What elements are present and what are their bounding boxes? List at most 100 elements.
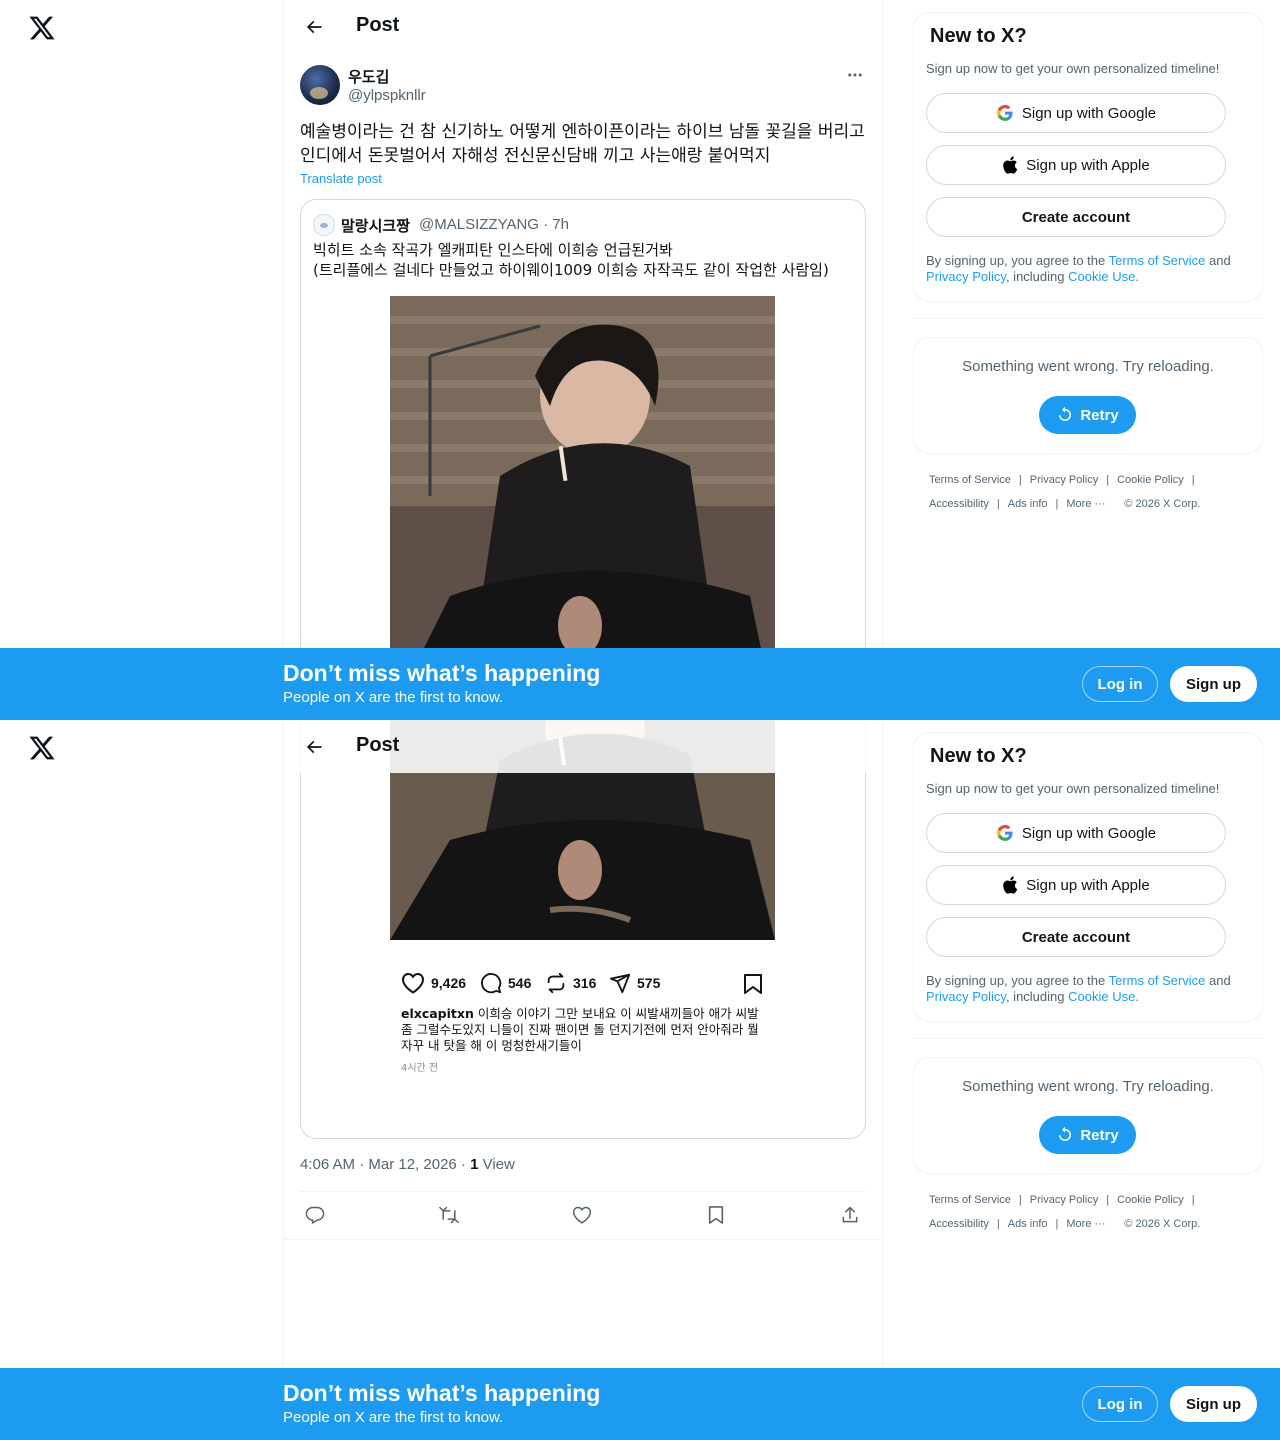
page-title: Post (356, 734, 400, 756)
sidebar-separator (913, 1038, 1263, 1039)
back-arrow-icon (306, 20, 322, 34)
error-card: Something went wrong. Try reloading. Ret… (913, 337, 1263, 454)
divider (300, 1191, 866, 1192)
privacy-link[interactable]: Privacy Policy (926, 269, 1006, 284)
footer-terms-link[interactable]: Terms of Service (929, 1194, 1011, 1206)
footer-ads-link[interactable]: Ads info (1008, 1218, 1048, 1230)
repost-icon (547, 972, 565, 994)
divider (284, 1239, 882, 1240)
reply-button[interactable] (298, 1198, 332, 1232)
footer-ads-link[interactable]: Ads info (1008, 498, 1048, 510)
retry-button[interactable]: Retry (1039, 396, 1136, 434)
retry-label: Retry (1080, 406, 1119, 424)
instagram-comments-count: 546 (508, 975, 532, 991)
cookie-use-link[interactable]: Cookie Use. (1068, 989, 1139, 1004)
viewport-bottom: 9,426 546 316 575 elxcapitxn 이희승 이야기 그만 … (0, 720, 1280, 1440)
like-button[interactable] (565, 1198, 599, 1232)
comment-icon (481, 973, 502, 994)
signup-subtitle: Sign up now to get your own personalized… (926, 61, 1220, 76)
legal-including: , including (1005, 989, 1069, 1004)
privacy-link[interactable]: Privacy Policy (926, 989, 1006, 1004)
apple-signup-button[interactable]: Sign up with Apple (926, 145, 1226, 185)
retry-icon (1059, 1126, 1072, 1141)
terms-link[interactable]: Terms of Service (1109, 973, 1206, 988)
share-button[interactable] (833, 1198, 867, 1232)
banner-title: Don’t miss what’s happening (283, 1380, 601, 1406)
footer-row-2: Accessibility| Ads info| More ···| © 202… (929, 498, 1200, 510)
author-avatar[interactable] (300, 65, 340, 105)
create-account-button[interactable]: Create account (926, 197, 1226, 237)
footer-privacy-link[interactable]: Privacy Policy (1030, 1194, 1098, 1206)
footer-privacy-link[interactable]: Privacy Policy (1030, 474, 1098, 486)
like-outline-icon (401, 972, 425, 994)
quote-author-name: 말랑시크짱 (341, 217, 411, 235)
footer-more-link[interactable]: More ··· (1066, 498, 1105, 510)
instagram-shares: 575 (609, 972, 660, 994)
instagram-caption: elxcapitxn 이희승 이야기 그만 보내요 이 씨발새끼들아 애가 씨발… (401, 1006, 771, 1054)
column-border-right (882, 0, 883, 720)
footer-row-1: Terms of Service | Privacy Policy | Cookie… (929, 1194, 1203, 1206)
quote-text-line-2: (트리플에스 걸네다 만들었고 하이웨이1009 이희승 자작곡도 같이 작업한… (313, 261, 829, 279)
terms-link[interactable]: Terms of Service (1109, 253, 1206, 268)
signup-banner: Don’t miss what’s happening People on X … (0, 648, 1280, 720)
instagram-comments: 546 (480, 972, 531, 994)
sidebar-separator (913, 318, 1263, 319)
apple-signup-label: Sign up with Apple (1026, 876, 1150, 894)
post-timestamp: 4:06 AM · Mar 12, 2026 · 1 View (300, 1156, 515, 1173)
signup-title: New to X? (930, 745, 1027, 767)
signup-title: New to X? (930, 25, 1027, 47)
footer-copyright: © 2026 X Corp. (1124, 498, 1201, 510)
apple-signup-button[interactable]: Sign up with Apple (926, 865, 1226, 905)
footer-sep: | (996, 1218, 1000, 1230)
footer-accessibility-link[interactable]: Accessibility (929, 498, 989, 510)
repost-button[interactable] (432, 1198, 466, 1232)
footer-more-link[interactable]: More ··· (1066, 1218, 1105, 1230)
instagram-time: 4시간 전 (401, 1063, 439, 1074)
login-button[interactable]: Log in (1082, 666, 1158, 702)
quote-text-line-1: 빅히트 소속 작곡가 엘캐피탄 인스타에 이희승 언급된거봐 (313, 241, 673, 259)
post-date[interactable]: 4:06 AM · Mar 12, 2026 · (300, 1156, 470, 1173)
quoted-post-continued[interactable]: 9,426 546 316 575 elxcapitxn 이희승 이야기 그만 … (300, 720, 866, 1139)
google-icon (996, 105, 1013, 121)
quoted-post[interactable]: 말랑시크짱 @MALSIZZYANG · 7h 빅히트 소속 작곡가 엘캐피탄 … (300, 199, 866, 720)
back-button[interactable] (300, 733, 328, 761)
author-name[interactable]: 우도깁 (348, 66, 389, 87)
google-signup-button[interactable]: Sign up with Google (926, 93, 1226, 133)
author-handle[interactable]: @ylpspknllr (348, 87, 426, 104)
retry-button[interactable]: Retry (1039, 1116, 1136, 1154)
footer-sep: | (1055, 1218, 1059, 1230)
footer-terms-link[interactable]: Terms of Service (929, 474, 1011, 486)
signup-button[interactable]: Sign up (1170, 666, 1257, 702)
legal-prefix: By signing up, you agree to the (926, 973, 1109, 988)
apple-signup-label: Sign up with Apple (1026, 156, 1150, 174)
google-icon (996, 825, 1013, 841)
apple-icon (1003, 876, 1018, 894)
footer-accessibility-link[interactable]: Accessibility (929, 1218, 989, 1230)
cookie-use-link[interactable]: Cookie Use. (1068, 269, 1139, 284)
footer-cookie-link[interactable]: Cookie Policy (1117, 474, 1184, 486)
error-message: Something went wrong. Try reloading. (962, 358, 1214, 375)
page-title: Post (356, 14, 400, 36)
translate-post-link[interactable]: Translate post (300, 171, 382, 186)
column-border-right (882, 720, 883, 1440)
x-logo-icon[interactable] (28, 14, 56, 42)
create-account-button[interactable]: Create account (926, 917, 1226, 957)
post-header: Post (284, 0, 882, 53)
signup-button[interactable]: Sign up (1170, 1386, 1257, 1422)
footer-cookie-link[interactable]: Cookie Policy (1117, 1194, 1184, 1206)
back-button[interactable] (300, 13, 328, 41)
login-button[interactable]: Log in (1082, 1386, 1158, 1422)
footer-sep: | (1018, 474, 1022, 486)
instagram-reposts: 316 (545, 972, 596, 994)
post-header: Post (284, 720, 882, 773)
signup-legal-text: By signing up, you agree to the Terms of… (926, 253, 1246, 285)
bookmark-button[interactable] (699, 1198, 733, 1232)
x-logo-icon[interactable] (28, 734, 56, 762)
legal-prefix: By signing up, you agree to the (926, 253, 1109, 268)
signup-legal-text: By signing up, you agree to the Terms of… (926, 973, 1246, 1005)
more-options-button[interactable] (844, 64, 866, 86)
signup-card: New to X? Sign up now to get your own pe… (913, 12, 1263, 302)
google-signup-button[interactable]: Sign up with Google (926, 813, 1226, 853)
footer-row-1: Terms of Service | Privacy Policy | Cookie… (929, 474, 1203, 486)
quote-author-handle: @MALSIZZYANG · 7h (419, 216, 569, 233)
